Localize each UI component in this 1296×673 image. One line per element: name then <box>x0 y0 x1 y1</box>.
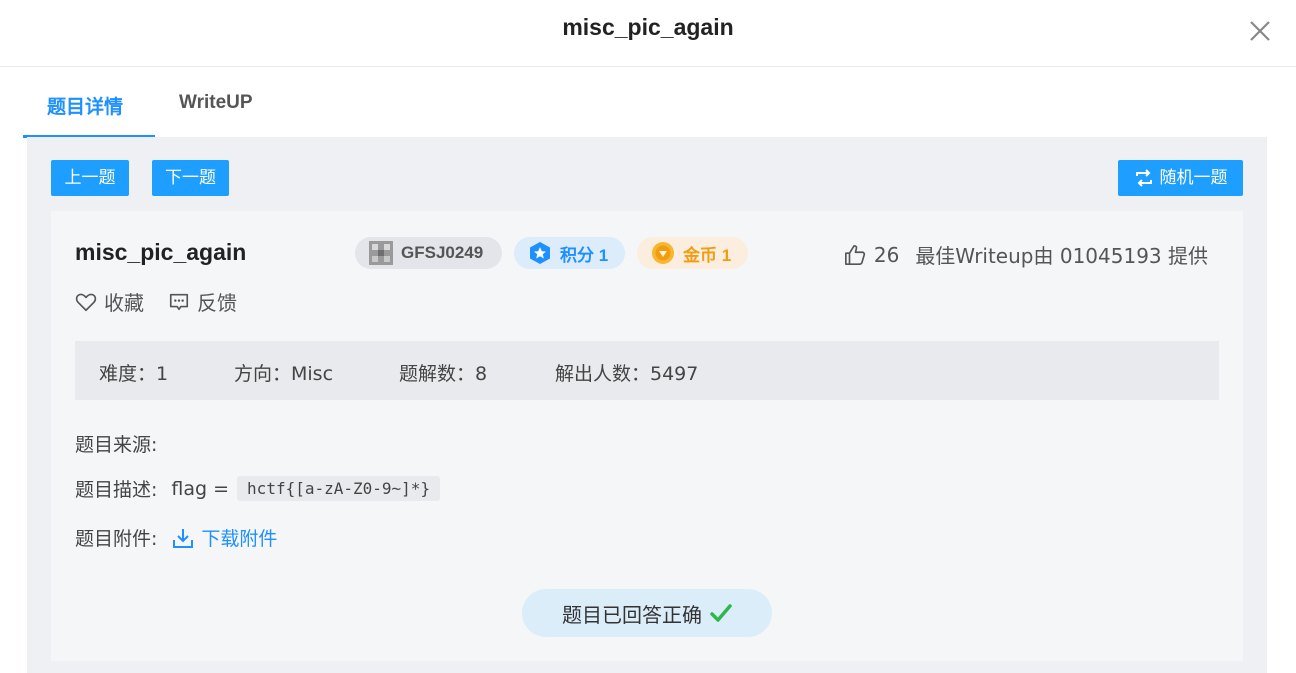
modal-header: misc_pic_again <box>0 0 1296 67</box>
stat-writeups: 题解数：8 <box>399 363 488 385</box>
next-challenge-button[interactable]: 下一题 <box>152 160 229 196</box>
feedback-label: 反馈 <box>197 291 237 315</box>
avatar-icon <box>369 241 393 265</box>
score-tag: 积分 1 <box>514 237 625 269</box>
close-icon <box>1250 21 1270 41</box>
feedback-button[interactable]: 反馈 <box>168 287 237 316</box>
likes-count: 26 <box>873 242 900 267</box>
close-button[interactable] <box>1246 17 1274 45</box>
modal-title: misc_pic_again <box>562 14 734 40</box>
stat-category: 方向：Misc <box>234 363 334 385</box>
random-challenge-label: 随机一题 <box>1159 168 1228 188</box>
coin-tag: 金币 1 <box>637 237 748 269</box>
challenge-id-tag: GFSJ0249 <box>355 237 502 269</box>
stats-bar: 难度：1 方向：Misc 题解数：8 解出人数：5497 <box>75 341 1219 400</box>
answered-label: 题目已回答正确 <box>562 602 702 627</box>
favorite-label: 收藏 <box>104 291 144 315</box>
score-badge-icon <box>530 242 550 264</box>
description-label: 题目描述: <box>75 479 158 501</box>
coin-value: 金币 1 <box>683 245 732 265</box>
answered-status-badge: 题目已回答正确 <box>522 589 772 637</box>
heart-icon <box>75 293 97 311</box>
source-label: 题目来源: <box>75 434 158 456</box>
shuffle-icon <box>1135 169 1152 187</box>
download-label: 下载附件 <box>201 528 278 550</box>
coin-icon <box>652 242 674 264</box>
challenge-title: misc_pic_again <box>75 239 247 265</box>
stat-difficulty: 难度：1 <box>99 363 169 385</box>
thumbs-up-icon[interactable] <box>844 244 866 266</box>
challenge-actions: 收藏 反馈 <box>75 287 237 316</box>
likes-info: 26 最佳Writeup由 01045193 提供 <box>844 240 1208 269</box>
download-attachment-link[interactable]: 下载附件 <box>171 524 277 551</box>
tab-details[interactable]: 题目详情 <box>47 92 123 119</box>
attachment-field: 题目附件: 下载附件 <box>75 524 277 551</box>
prev-challenge-button[interactable]: 上一题 <box>51 160 129 196</box>
download-icon <box>173 528 194 548</box>
description-field: 题目描述: flag = hctf{[a-zA-Z0-9~]*} <box>75 475 441 502</box>
writeup-credit: 最佳Writeup由 01045193 提供 <box>915 244 1208 268</box>
flag-format-code: hctf{[a-zA-Z0-9~]*} <box>237 476 441 501</box>
source-field: 题目来源: <box>75 430 157 457</box>
favorite-button[interactable]: 收藏 <box>75 287 144 316</box>
content-panel: 上一题 下一题 随机一题 misc_pic_again GFSJ0249 积分 … <box>27 137 1267 673</box>
stat-solvers: 解出人数：5497 <box>555 363 699 385</box>
check-icon <box>710 604 732 622</box>
challenge-card: misc_pic_again GFSJ0249 积分 1 金币 1 26 最佳W… <box>51 211 1243 661</box>
attachment-label: 题目附件: <box>75 528 158 550</box>
tab-writeup[interactable]: WriteUP <box>179 92 253 114</box>
challenge-id: GFSJ0249 <box>401 243 484 262</box>
score-value: 积分 1 <box>560 245 609 265</box>
feedback-icon <box>169 293 189 310</box>
random-challenge-button[interactable]: 随机一题 <box>1118 160 1243 196</box>
description-text: flag = <box>171 477 230 500</box>
